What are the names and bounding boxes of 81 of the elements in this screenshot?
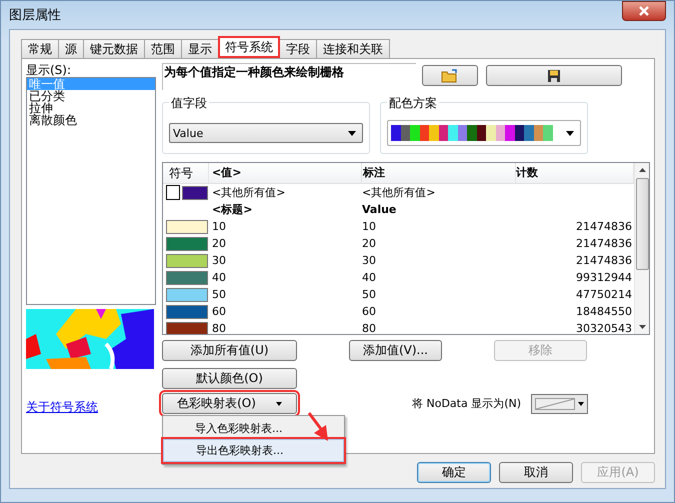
table-cell-text: <其他所有值> xyxy=(211,185,286,200)
color-symbol[interactable] xyxy=(166,254,208,268)
color-scheme-label: 配色方案 xyxy=(387,95,439,112)
scroll-down-icon xyxy=(638,325,646,329)
caret-icon xyxy=(578,402,584,406)
color-symbol[interactable] xyxy=(166,304,208,318)
window-title: 图层属性 xyxy=(9,7,61,24)
save-icon xyxy=(547,68,561,82)
table-cell-text: 40 xyxy=(211,271,227,284)
table-cell-text: 50 xyxy=(361,288,377,301)
tab[interactable]: 符号系统 xyxy=(218,36,280,58)
table-cell-text: 30 xyxy=(211,254,227,267)
caret-icon xyxy=(348,130,356,136)
scrollbar[interactable] xyxy=(634,163,649,334)
table-cell-text: 47750214 xyxy=(575,288,633,301)
table-cell-text: <其他所有值> xyxy=(361,185,436,200)
value-field-label: 值字段 xyxy=(169,95,209,112)
color-symbol[interactable] xyxy=(166,288,208,302)
menu-item[interactable]: 导入色彩映射表... xyxy=(163,418,344,439)
list-item[interactable]: 拉伸 xyxy=(27,102,155,114)
display-label: 显示(S): xyxy=(26,63,72,77)
tab[interactable]: 字段 xyxy=(279,39,317,58)
color-symbol[interactable] xyxy=(166,220,208,234)
column-header[interactable]: <值> xyxy=(209,163,362,183)
folder-icon xyxy=(441,68,459,82)
table-cell-text: 40 xyxy=(361,271,377,284)
dialog-button[interactable]: 确定 xyxy=(417,462,491,483)
table-cell-text: 50 xyxy=(211,288,227,301)
menu-item[interactable]: 导出色彩映射表... xyxy=(163,439,344,462)
add-values-button[interactable]: 添加值(V)... xyxy=(349,340,442,361)
caret-icon xyxy=(566,130,574,136)
color-symbol[interactable] xyxy=(166,270,208,284)
description-text: 为每个值指定一种颜色来绘制栅格 xyxy=(162,63,416,90)
table-cell-text: 30 xyxy=(361,254,377,267)
color-scheme-dropdown[interactable] xyxy=(387,120,581,146)
table-cell-text: 99312944 xyxy=(575,271,633,284)
list-item[interactable]: 已分类 xyxy=(27,90,155,102)
table-cell-text: 60 xyxy=(361,305,377,318)
table-cell-text: Value xyxy=(361,203,398,216)
table-cell-text: 21474836 xyxy=(575,254,633,267)
table-cell-text: 10 xyxy=(211,220,227,233)
tab[interactable]: 常规 xyxy=(21,39,59,58)
tab[interactable]: 连接和关联 xyxy=(316,39,390,58)
nodata-label: 将 NoData 显示为(N) xyxy=(412,396,522,411)
close-button[interactable] xyxy=(622,1,666,21)
table-cell-text: 80 xyxy=(211,322,227,334)
about-symbology-link[interactable]: 关于符号系统 xyxy=(26,399,156,416)
caret-icon xyxy=(276,402,282,406)
tab[interactable]: 显示 xyxy=(181,39,219,58)
colormap-menu-button[interactable]: 色彩映射表(O) xyxy=(162,393,297,414)
scroll-up-icon xyxy=(638,168,646,172)
column-header[interactable]: 符号 xyxy=(163,163,209,183)
empty-symbol-icon xyxy=(535,398,576,410)
nodata-color-dropdown[interactable] xyxy=(531,394,588,414)
tab[interactable]: 键元数据 xyxy=(83,39,145,58)
tab[interactable]: 范围 xyxy=(144,39,182,58)
list-item[interactable]: 离散颜色 xyxy=(27,114,155,126)
value-field-dropdown[interactable]: Value xyxy=(169,123,363,143)
tab[interactable]: 源 xyxy=(58,39,84,58)
column-header[interactable]: 标注 xyxy=(362,163,516,183)
dialog-button[interactable]: 取消 xyxy=(499,462,573,483)
color-symbol[interactable] xyxy=(166,236,208,250)
table-cell-text: <标题> xyxy=(211,202,254,217)
table-cell-text: 30320543 xyxy=(575,322,633,334)
table-cell-text: 18484550 xyxy=(575,305,633,318)
close-icon xyxy=(638,6,650,16)
default-colors-button[interactable]: 默认颜色(O) xyxy=(162,368,297,389)
table-cell-text: 20 xyxy=(211,237,227,250)
arrow xyxy=(308,412,328,441)
table-cell-text: 21474836 xyxy=(575,220,633,233)
add-all-values-button[interactable]: 添加所有值(U) xyxy=(162,340,297,361)
table-cell-text: 80 xyxy=(361,322,377,334)
color-symbol[interactable] xyxy=(166,322,208,334)
table-cell-text: 10 xyxy=(361,220,377,233)
table-cell-text: 20 xyxy=(361,237,377,250)
table-cell-text: 60 xyxy=(211,305,227,318)
color-symbol[interactable] xyxy=(182,186,208,200)
checkbox[interactable] xyxy=(166,185,180,200)
table-cell-text: 21474836 xyxy=(575,237,633,250)
save-button[interactable] xyxy=(486,65,622,86)
open-button[interactable] xyxy=(422,65,478,86)
